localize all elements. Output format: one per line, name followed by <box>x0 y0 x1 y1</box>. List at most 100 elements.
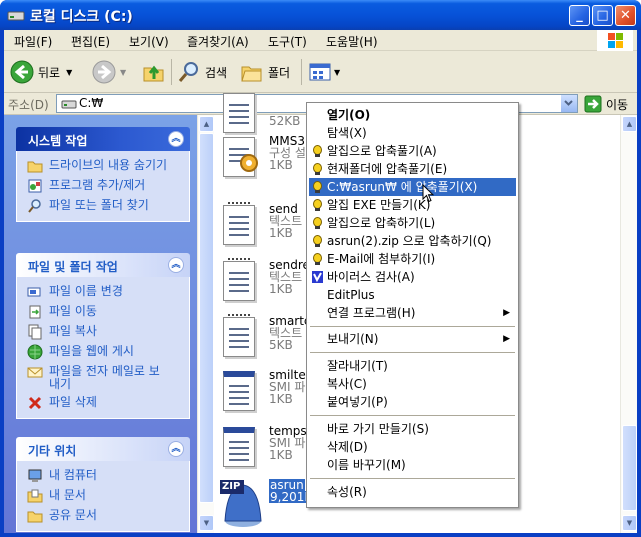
task-move-file[interactable]: 파일 이동 <box>17 303 189 323</box>
menu-item-extract-to-folder[interactable]: C:₩asrun₩ 에 압축풀기(X) <box>309 178 516 196</box>
menu-item-paste[interactable]: 붙여넣기(P) <box>309 393 516 411</box>
menu-favorites[interactable]: 즐겨찾기(A) <box>187 33 249 50</box>
submenu-arrow-icon: ▶ <box>503 334 510 344</box>
menu-item-rename[interactable]: 이름 바꾸기(M) <box>309 456 516 474</box>
file-item-selected[interactable]: ZIP asrun 9,201KB <box>217 477 322 533</box>
menu-item-email-attach[interactable]: E-Mail에 첨부하기(I) <box>309 250 516 268</box>
menu-file[interactable]: 파일(F) <box>14 33 52 50</box>
scroll-up-button[interactable]: ▲ <box>199 116 214 132</box>
my-documents-icon <box>27 489 43 503</box>
menu-item-label: 열기(O) <box>327 108 371 122</box>
file-size: 1KB <box>269 158 293 172</box>
task-copy-file[interactable]: 파일 복사 <box>17 323 189 343</box>
menu-item-label: 바이러스 검사(A) <box>327 270 415 284</box>
forward-button[interactable]: ▼ <box>92 59 126 85</box>
folders-label: 폴더 <box>268 65 291 80</box>
menu-item-label: 알집 EXE 만들기(K) <box>327 198 431 212</box>
task-email-file[interactable]: 파일을 전자 메일로 보내기 <box>17 363 189 394</box>
toolbar-separator <box>171 59 172 85</box>
menu-item-alzip-extract[interactable]: 알집으로 압축풀기(A) <box>309 142 516 160</box>
maximize-button[interactable]: □ <box>592 5 613 26</box>
folders-button[interactable]: 폴더 <box>240 59 290 85</box>
file-item[interactable]: smilte SMI 파 1KB <box>217 367 317 423</box>
menu-separator <box>310 352 515 353</box>
add-remove-programs-icon <box>28 179 42 193</box>
scroll-down-button[interactable]: ▼ <box>622 515 637 531</box>
collapse-icon[interactable]: ︽ <box>168 257 184 273</box>
search-button[interactable]: 검색 <box>177 59 227 85</box>
task-label: 파일을 웹에 게시 <box>49 344 134 358</box>
system-tasks-body: 드라이브의 내용 숨기기 프로그램 추가/제거 파일 또는 폴더 찾기 <box>16 151 190 222</box>
file-item[interactable]: smartc 텍스트 5KB <box>217 313 317 369</box>
other-places-header[interactable]: 기타 위치 ︽ <box>16 437 190 461</box>
menu-item-delete[interactable]: 삭제(D) <box>309 438 516 456</box>
up-folder-button[interactable] <box>142 59 166 85</box>
file-tasks-body: 파일 이름 변경 파일 이동 파일 복사 파일을 웹에 게시 파일을 전자 메일… <box>16 277 190 419</box>
file-item[interactable]: temps SMI 파 1KB <box>217 423 317 479</box>
task-label: 파일을 전자 메일로 보내기 <box>49 364 160 391</box>
menu-view[interactable]: 보기(V) <box>129 33 169 50</box>
scroll-up-button[interactable]: ▲ <box>622 116 637 132</box>
system-tasks-header[interactable]: 시스템 작업 ︽ <box>16 127 190 151</box>
task-hide-drive-contents[interactable]: 드라이브의 내용 숨기기 <box>17 157 189 177</box>
go-button[interactable]: 이동 <box>584 95 628 113</box>
file-item[interactable]: send 텍스트 1KB <box>217 201 317 257</box>
menu-item-explore[interactable]: 탐색(X) <box>309 124 516 142</box>
menu-tools[interactable]: 도구(T) <box>268 33 307 50</box>
menu-item-send-to[interactable]: 보내기(N) ▶ <box>309 330 516 348</box>
scroll-thumb[interactable] <box>199 133 214 503</box>
menu-item-open-with[interactable]: 연결 프로그램(H) ▶ <box>309 304 516 322</box>
scroll-thumb[interactable] <box>622 425 637 511</box>
back-button[interactable]: 뒤로 ▼ <box>10 59 72 85</box>
toolbar: 뒤로 ▼ ▼ 검색 폴더 ▼ <box>4 51 637 93</box>
place-my-computer[interactable]: 내 컴퓨터 <box>17 467 189 487</box>
left-scrollbar[interactable]: ▲ ▼ <box>197 115 214 533</box>
back-dropdown-icon[interactable]: ▼ <box>66 68 72 77</box>
task-label: 공유 문서 <box>49 508 97 522</box>
menu-item-label: 삭제(D) <box>327 440 368 454</box>
file-tasks-header[interactable]: 파일 및 폴더 작업 ︽ <box>16 253 190 277</box>
right-scrollbar[interactable]: ▲ ▼ <box>620 115 637 533</box>
alzip-icon <box>313 199 322 211</box>
menu-item-cut[interactable]: 잘라내기(T) <box>309 357 516 375</box>
menu-item-alzip-compress[interactable]: 알집으로 압축하기(L) <box>309 214 516 232</box>
close-button[interactable]: ✕ <box>615 5 636 26</box>
search-icon <box>178 62 198 82</box>
menu-item-editplus[interactable]: EditPlus <box>309 286 516 304</box>
place-my-documents[interactable]: 내 문서 <box>17 487 189 507</box>
menu-item-properties[interactable]: 속성(R) <box>309 483 516 501</box>
collapse-icon[interactable]: ︽ <box>168 441 184 457</box>
address-dropdown-button[interactable] <box>560 95 577 112</box>
task-search-files[interactable]: 파일 또는 폴더 찾기 <box>17 197 189 217</box>
shared-documents-icon <box>27 511 43 523</box>
task-publish-web[interactable]: 파일을 웹에 게시 <box>17 343 189 363</box>
search-icon <box>28 199 41 213</box>
file-size: 1KB <box>269 226 293 240</box>
menu-item-virus-scan[interactable]: 바이러스 검사(A) <box>309 268 516 286</box>
place-shared-documents[interactable]: 공유 문서 <box>17 507 189 527</box>
file-item[interactable]: sendre 텍스트 1KB <box>217 257 317 313</box>
views-button[interactable]: ▼ <box>308 59 340 85</box>
scroll-down-button[interactable]: ▼ <box>199 515 214 531</box>
menu-item-create-shortcut[interactable]: 바로 가기 만들기(S) <box>309 420 516 438</box>
menu-item-compress-zip[interactable]: asrun(2).zip 으로 압축하기(Q) <box>309 232 516 250</box>
task-delete-file[interactable]: 파일 삭제 <box>17 394 189 414</box>
collapse-icon[interactable]: ︽ <box>168 131 184 147</box>
menu-item-label: 붙여넣기(P) <box>327 395 388 409</box>
menu-item-extract-here[interactable]: 현재폴더에 압축풀기(E) <box>309 160 516 178</box>
task-rename-file[interactable]: 파일 이름 변경 <box>17 283 189 303</box>
task-add-remove-programs[interactable]: 프로그램 추가/제거 <box>17 177 189 197</box>
minimize-button[interactable]: _ <box>569 5 590 26</box>
menu-edit[interactable]: 편집(E) <box>71 33 110 50</box>
file-item[interactable]: MMS3 구성 설 1KB <box>217 133 317 189</box>
menu-item-alzip-exe[interactable]: 알집 EXE 만들기(K) <box>309 196 516 214</box>
title-bar[interactable]: 로컬 디스크 (C:) _ □ ✕ <box>0 0 641 30</box>
menu-item-open[interactable]: 열기(O) <box>309 106 516 124</box>
mouse-cursor-icon <box>422 184 434 203</box>
forward-arrow-icon <box>92 60 116 84</box>
menu-item-copy[interactable]: 복사(C) <box>309 375 516 393</box>
menu-help[interactable]: 도움말(H) <box>326 33 378 50</box>
forward-dropdown-icon[interactable]: ▼ <box>120 68 126 77</box>
views-dropdown-icon[interactable]: ▼ <box>334 68 340 77</box>
folders-icon <box>241 66 262 82</box>
